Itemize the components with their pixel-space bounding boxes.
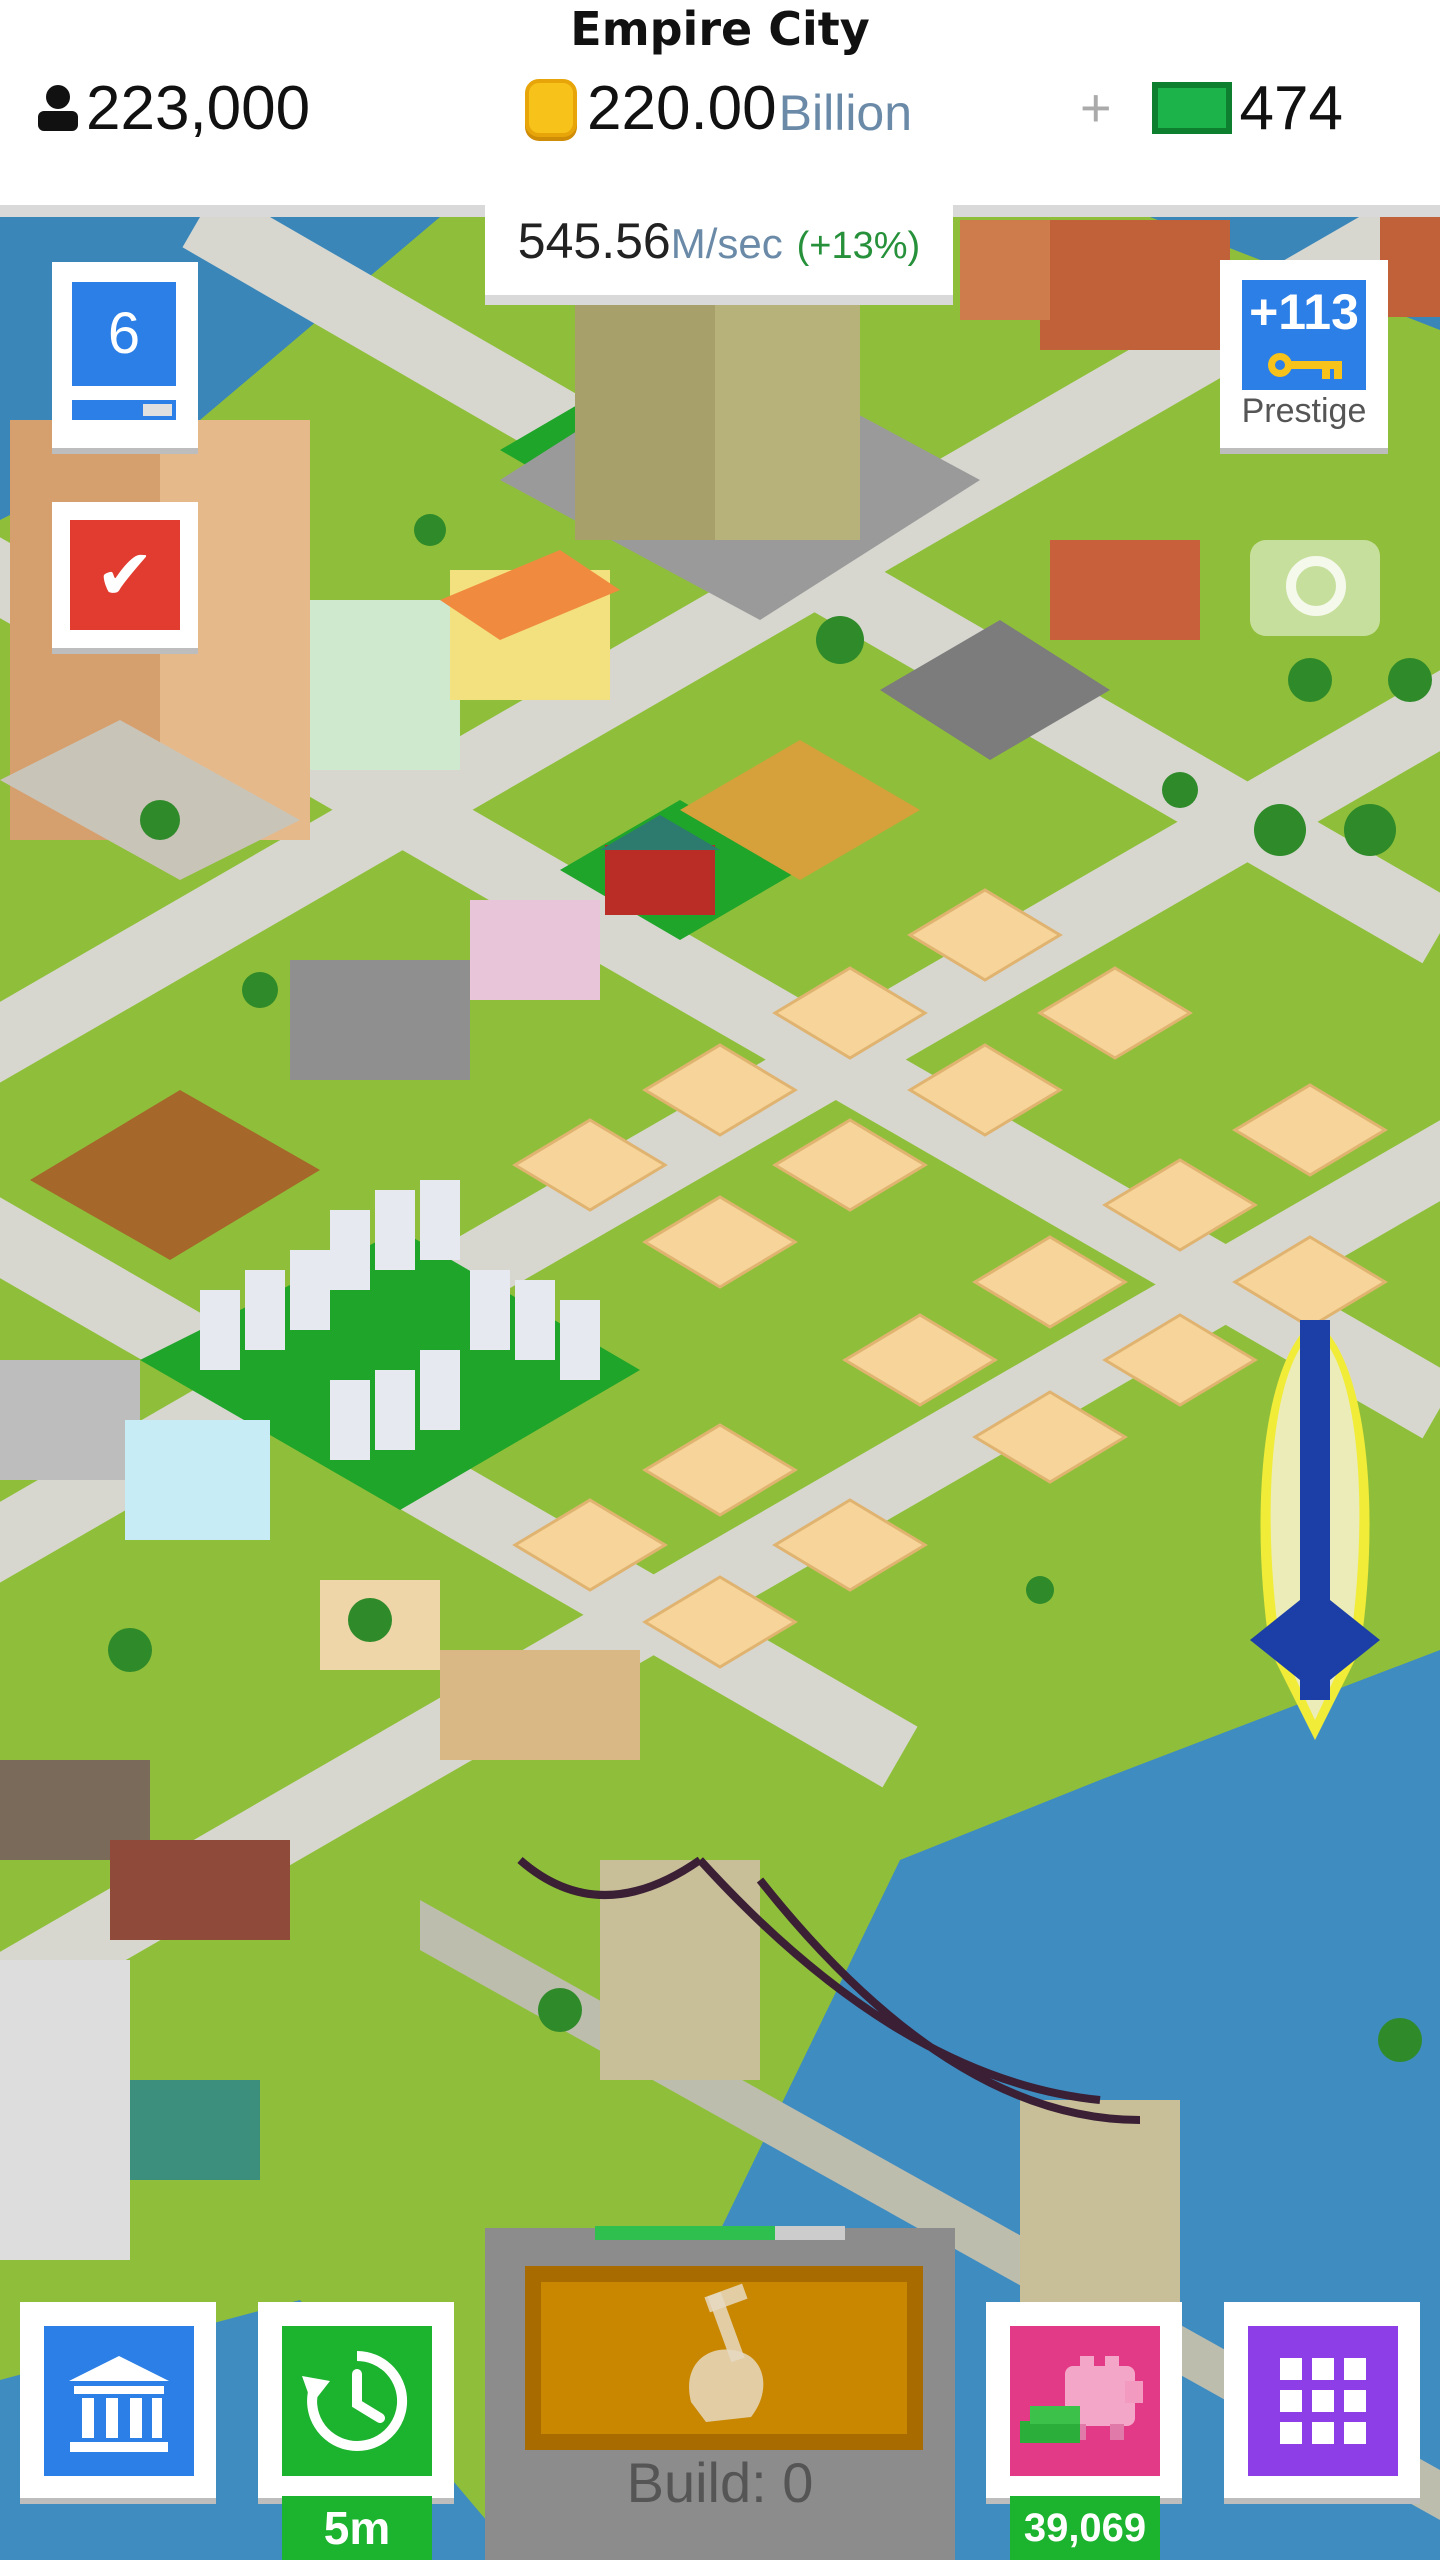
piggy-bank-button[interactable] — [1010, 2326, 1160, 2476]
build-progress-fill — [595, 2226, 775, 2240]
camera-icon — [1286, 556, 1346, 616]
key-icon — [1268, 353, 1342, 379]
checkmark-icon: ✔ — [95, 536, 155, 614]
level-number[interactable]: 6 — [72, 282, 176, 386]
piggy-bank-amount: 39,069 — [1010, 2496, 1160, 2560]
piggy-bank-icon — [1020, 2356, 1143, 2443]
grid-icon — [1280, 2358, 1366, 2444]
person-icon — [38, 85, 78, 131]
bank-icon — [69, 2356, 169, 2452]
bank-button[interactable] — [44, 2326, 194, 2476]
goals-button[interactable]: ✔ — [70, 520, 180, 630]
city-name[interactable]: Empire City — [0, 2, 1440, 56]
cash-stat[interactable]: + 474 — [1080, 68, 1343, 148]
time-warp-button[interactable] — [282, 2326, 432, 2476]
cash-value: 474 — [1239, 73, 1343, 143]
time-warp-label: 5m — [282, 2496, 432, 2560]
income-amount: 545.56 — [517, 213, 671, 269]
population-stat: 223,000 — [36, 68, 310, 148]
money-value: 220.00 — [587, 73, 777, 143]
cash-icon — [1151, 82, 1232, 134]
clock-icon — [302, 2351, 408, 2451]
money-unit: Billion — [778, 85, 913, 141]
coin-icon — [525, 79, 577, 137]
level-progress-fill — [76, 404, 143, 416]
airship[interactable] — [1240, 1320, 1390, 1740]
build-button[interactable] — [525, 2266, 923, 2450]
income-bonus: (+13%) — [796, 225, 921, 267]
city-map-illustration — [0, 217, 1440, 2560]
money-stat: 220.00 Billion — [525, 68, 912, 148]
population-value: 223,000 — [86, 73, 311, 143]
income-rate[interactable]: 545.56M/sec (+13%) — [485, 205, 953, 305]
prestige-label: Prestige — [1241, 392, 1367, 430]
city-map[interactable] — [0, 217, 1440, 2560]
hammer-hand-icon — [689, 2283, 764, 2422]
build-count-label: Build: 0 — [626, 2451, 814, 2514]
add-cash-button[interactable]: + — [1080, 77, 1112, 139]
income-unit: M/sec — [670, 220, 783, 267]
menu-button[interactable] — [1248, 2326, 1398, 2476]
